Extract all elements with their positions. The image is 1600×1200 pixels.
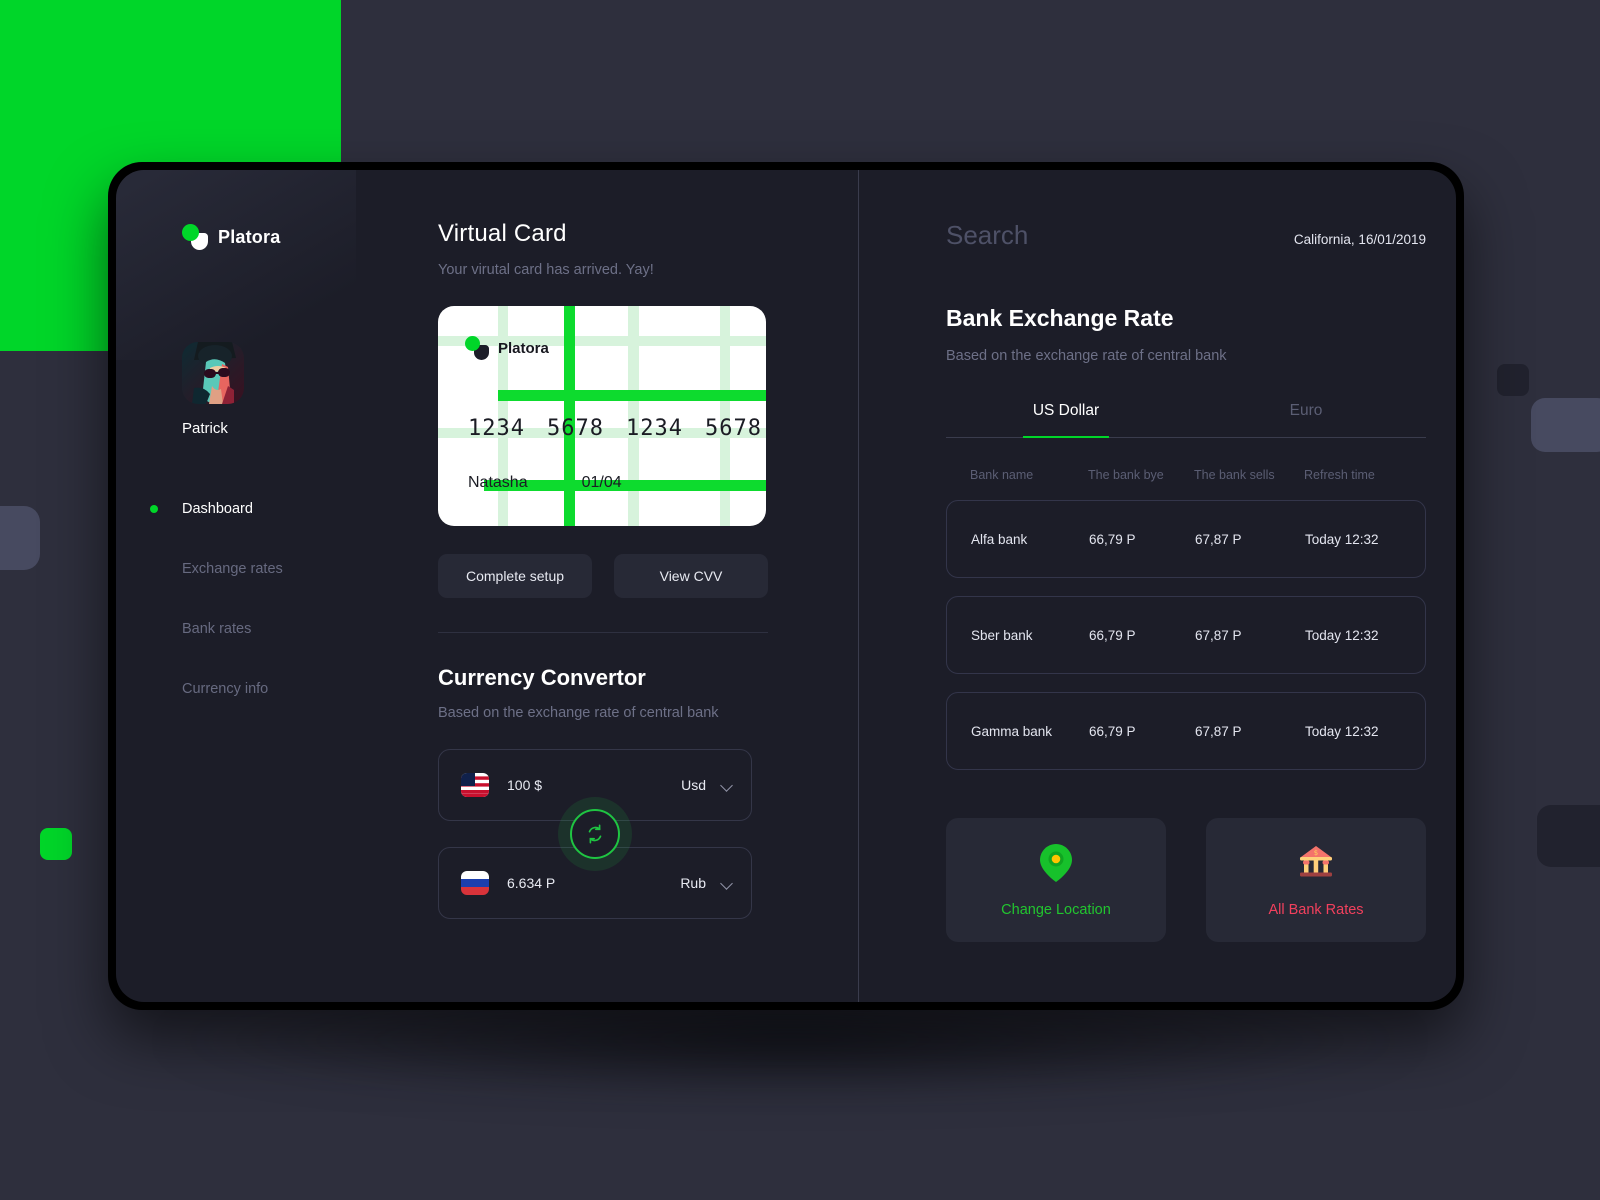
decoration-right-dark-square-2 — [1537, 805, 1600, 867]
sidebar: Platora Patrick Dashboard Exchange rates… — [116, 170, 438, 1002]
converter-to-currency: Rub — [680, 875, 706, 891]
search-input[interactable] — [946, 220, 1246, 251]
card-holder: Natasha — [468, 474, 528, 491]
converter-from-currency: Usd — [681, 777, 706, 793]
column-header-refresh-time: Refresh time — [1304, 468, 1375, 482]
cell-bank-sell: 67,87 P — [1195, 531, 1242, 547]
card-brand: Platora — [465, 336, 549, 360]
cell-bank-sell: 67,87 P — [1195, 723, 1242, 739]
cell-refresh-time: Today 12:32 — [1305, 531, 1379, 547]
converter-from-value: 100 $ — [507, 777, 543, 793]
sidebar-glow — [116, 170, 356, 360]
virtual-card[interactable]: Platora 1234 5678 1234 5678 Natasha 01/0… — [438, 306, 766, 526]
tablet-frame: Platora Patrick Dashboard Exchange rates… — [108, 162, 1464, 1010]
table-header: Bank name The bank bye The bank sells Re… — [946, 468, 1426, 482]
cell-bank-buy: 66,79 P — [1089, 627, 1136, 643]
flag-ru-icon — [461, 871, 489, 895]
card-number-group: 1234 — [625, 416, 683, 441]
card-number-group: 5678 — [704, 416, 762, 441]
change-location-card[interactable]: Change Location — [946, 818, 1166, 942]
svg-text:$: $ — [1314, 849, 1318, 857]
cell-bank-buy: 66,79 P — [1089, 723, 1136, 739]
all-bank-rates-card[interactable]: $ All Bank Rates — [1206, 818, 1426, 942]
bank-exchange-subtitle: Based on the exchange rate of central ba… — [946, 348, 1227, 364]
bank-building-icon: $ — [1296, 843, 1336, 888]
cell-bank-sell: 67,87 P — [1195, 627, 1242, 643]
virtual-card-panel: Virtual Card Your virutal card has arriv… — [438, 170, 858, 1002]
card-expiry: 01/04 — [581, 474, 622, 491]
sidebar-item-label: Currency info — [182, 681, 269, 697]
column-header-bank-name: Bank name — [970, 468, 1034, 482]
card-number-group: 1234 — [468, 416, 525, 441]
table-row[interactable]: Alfa bank 66,79 P 67,87 P Today 12:32 — [946, 500, 1426, 578]
profile-name: Patrick — [182, 420, 228, 437]
table-row[interactable]: Sber bank 66,79 P 67,87 P Today 12:32 — [946, 596, 1426, 674]
card-brand-name: Platora — [498, 339, 549, 357]
tab-us-dollar[interactable]: US Dollar — [946, 402, 1186, 437]
card-actions: Complete setup View CVV — [438, 554, 858, 598]
bank-exchange-title: Bank Exchange Rate — [946, 305, 1174, 331]
card-number-group: 5678 — [546, 416, 604, 441]
bank-exchange-panel: California, 16/01/2019 Bank Exchange Rat… — [858, 170, 1456, 1002]
map-pin-icon — [1039, 843, 1073, 888]
cell-refresh-time: Today 12:32 — [1305, 627, 1379, 643]
table-row[interactable]: Gamma bank 66,79 P 67,87 P Today 12:32 — [946, 692, 1426, 770]
card-number: 1234 5678 1234 5678 — [468, 416, 762, 441]
sidebar-item-bank-rates[interactable]: Bank rates — [182, 615, 438, 643]
converter-subtitle: Based on the exchange rate of central ba… — [438, 705, 719, 721]
brand[interactable]: Platora — [182, 224, 438, 250]
platora-logo-icon — [465, 336, 489, 360]
profile[interactable]: Patrick — [182, 342, 438, 437]
refresh-swap-icon[interactable] — [570, 809, 620, 859]
cell-bank-buy: 66,79 P — [1089, 531, 1136, 547]
cell-bank-name: Sber bank — [971, 627, 1033, 643]
card-footer: Natasha 01/04 — [468, 474, 622, 492]
change-location-label: Change Location — [1001, 901, 1111, 918]
right-header: California, 16/01/2019 — [946, 220, 1426, 251]
decoration-right-gray-square — [1531, 398, 1600, 452]
column-header-bank-bye: The bank bye — [1088, 468, 1164, 482]
decoration-left-gray-square — [0, 506, 40, 570]
all-bank-rates-label: All Bank Rates — [1268, 901, 1364, 918]
page-subtitle: Your virutal card has arrived. Yay! — [438, 262, 654, 278]
chevron-down-icon[interactable] — [722, 878, 733, 889]
currency-tabs: US Dollar Euro — [946, 402, 1426, 438]
column-header-bank-sells: The bank sells — [1194, 468, 1275, 482]
app-screen: Platora Patrick Dashboard Exchange rates… — [116, 170, 1456, 1002]
sidebar-item-dashboard[interactable]: Dashboard — [150, 495, 438, 523]
cell-refresh-time: Today 12:32 — [1305, 723, 1379, 739]
flag-us-icon — [461, 773, 489, 797]
decoration-left-green-square — [40, 828, 72, 860]
sidebar-item-label: Exchange rates — [182, 561, 283, 577]
sidebar-item-currency-info[interactable]: Currency info — [182, 675, 438, 703]
sidebar-item-label: Dashboard — [182, 501, 253, 517]
platora-logo-icon — [182, 224, 208, 250]
view-cvv-button[interactable]: View CVV — [614, 554, 768, 598]
decoration-right-dark-square — [1497, 364, 1529, 396]
brand-name: Platora — [218, 226, 281, 247]
page-title: Virtual Card — [438, 220, 567, 247]
sidebar-item-label: Bank rates — [182, 621, 252, 637]
section-divider — [438, 632, 768, 633]
complete-setup-button[interactable]: Complete setup — [438, 554, 592, 598]
converter-to-value: 6.634 P — [507, 875, 556, 891]
user-avatar — [182, 342, 244, 404]
sidebar-nav: Dashboard Exchange rates Bank rates Curr… — [150, 495, 438, 703]
chevron-down-icon[interactable] — [722, 780, 733, 791]
location-date: California, 16/01/2019 — [1293, 232, 1426, 247]
converter-title: Currency Convertor — [438, 665, 646, 690]
tab-euro[interactable]: Euro — [1186, 402, 1426, 437]
cell-bank-name: Alfa bank — [971, 531, 1028, 547]
cell-bank-name: Gamma bank — [971, 723, 1053, 739]
quick-actions: Change Location $ All Bank Rates — [946, 818, 1426, 942]
sidebar-item-exchange-rates[interactable]: Exchange rates — [182, 555, 438, 583]
active-dot-icon — [150, 505, 158, 513]
currency-converter: 100 $ Usd 6.634 P Rub — [438, 749, 752, 919]
